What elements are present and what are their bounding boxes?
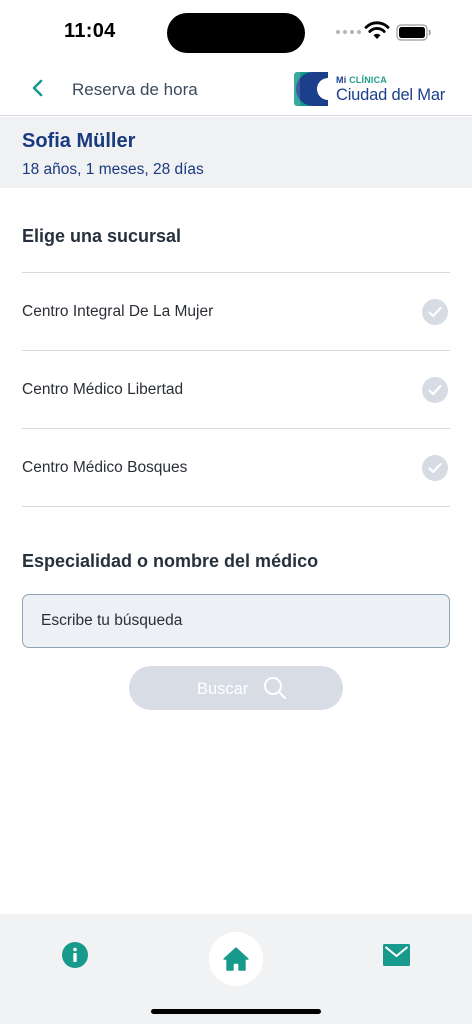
patient-age: 18 años, 1 meses, 28 días <box>22 161 204 178</box>
clinic-logo-mark <box>294 72 328 106</box>
chevron-left-icon <box>32 79 43 97</box>
check-circle-icon <box>422 299 448 325</box>
check-circle-icon <box>422 377 448 403</box>
branch-label: Centro Integral De La Mujer <box>22 303 214 320</box>
branch-item[interactable]: Centro Médico Libertad <box>22 351 450 429</box>
search-icon <box>264 677 287 700</box>
dynamic-island <box>167 13 305 53</box>
branch-list: Centro Integral De La Mujer Centro Médic… <box>22 272 450 507</box>
branches-title: Elige una sucursal <box>22 226 182 246</box>
status-time: 11:04 <box>64 20 116 42</box>
status-bar: 11:04 <box>0 0 472 62</box>
logo-main-text: Ciudad del Mar <box>336 86 446 104</box>
battery-icon <box>396 24 431 41</box>
branch-label: Centro Médico Libertad <box>22 381 184 398</box>
search-button[interactable]: Buscar <box>129 666 343 710</box>
mail-tab[interactable] <box>383 944 410 966</box>
home-tab[interactable] <box>209 932 263 986</box>
home-icon <box>223 947 249 971</box>
wifi-icon <box>364 21 390 39</box>
search-title: Especialidad o nombre del médico <box>22 551 319 571</box>
signal-icon <box>336 30 361 34</box>
page-title: Reserva de hora <box>72 80 198 99</box>
patient-name: Sofia Müller <box>22 130 136 152</box>
search-input[interactable] <box>22 594 450 648</box>
info-icon <box>73 947 77 962</box>
branch-item[interactable]: Centro Integral De La Mujer <box>22 273 450 351</box>
clinic-logo: Mi CLÍNICA Ciudad del Mar <box>294 70 454 108</box>
mail-icon <box>383 944 410 966</box>
branch-label: Centro Médico Bosques <box>22 459 188 476</box>
search-button-label: Buscar <box>197 680 249 698</box>
home-indicator <box>151 1009 321 1014</box>
back-button[interactable] <box>26 76 50 100</box>
nav-header: Reserva de hora Mi CLÍNICA Ciudad del Ma… <box>0 62 472 116</box>
tab-bar <box>0 914 472 1024</box>
branch-item[interactable]: Centro Médico Bosques <box>22 429 450 507</box>
info-tab[interactable] <box>62 942 88 968</box>
check-circle-icon <box>422 455 448 481</box>
logo-small-text: Mi CLÍNICA <box>336 75 388 85</box>
patient-info: Sofia Müller 18 años, 1 meses, 28 días <box>0 117 472 188</box>
